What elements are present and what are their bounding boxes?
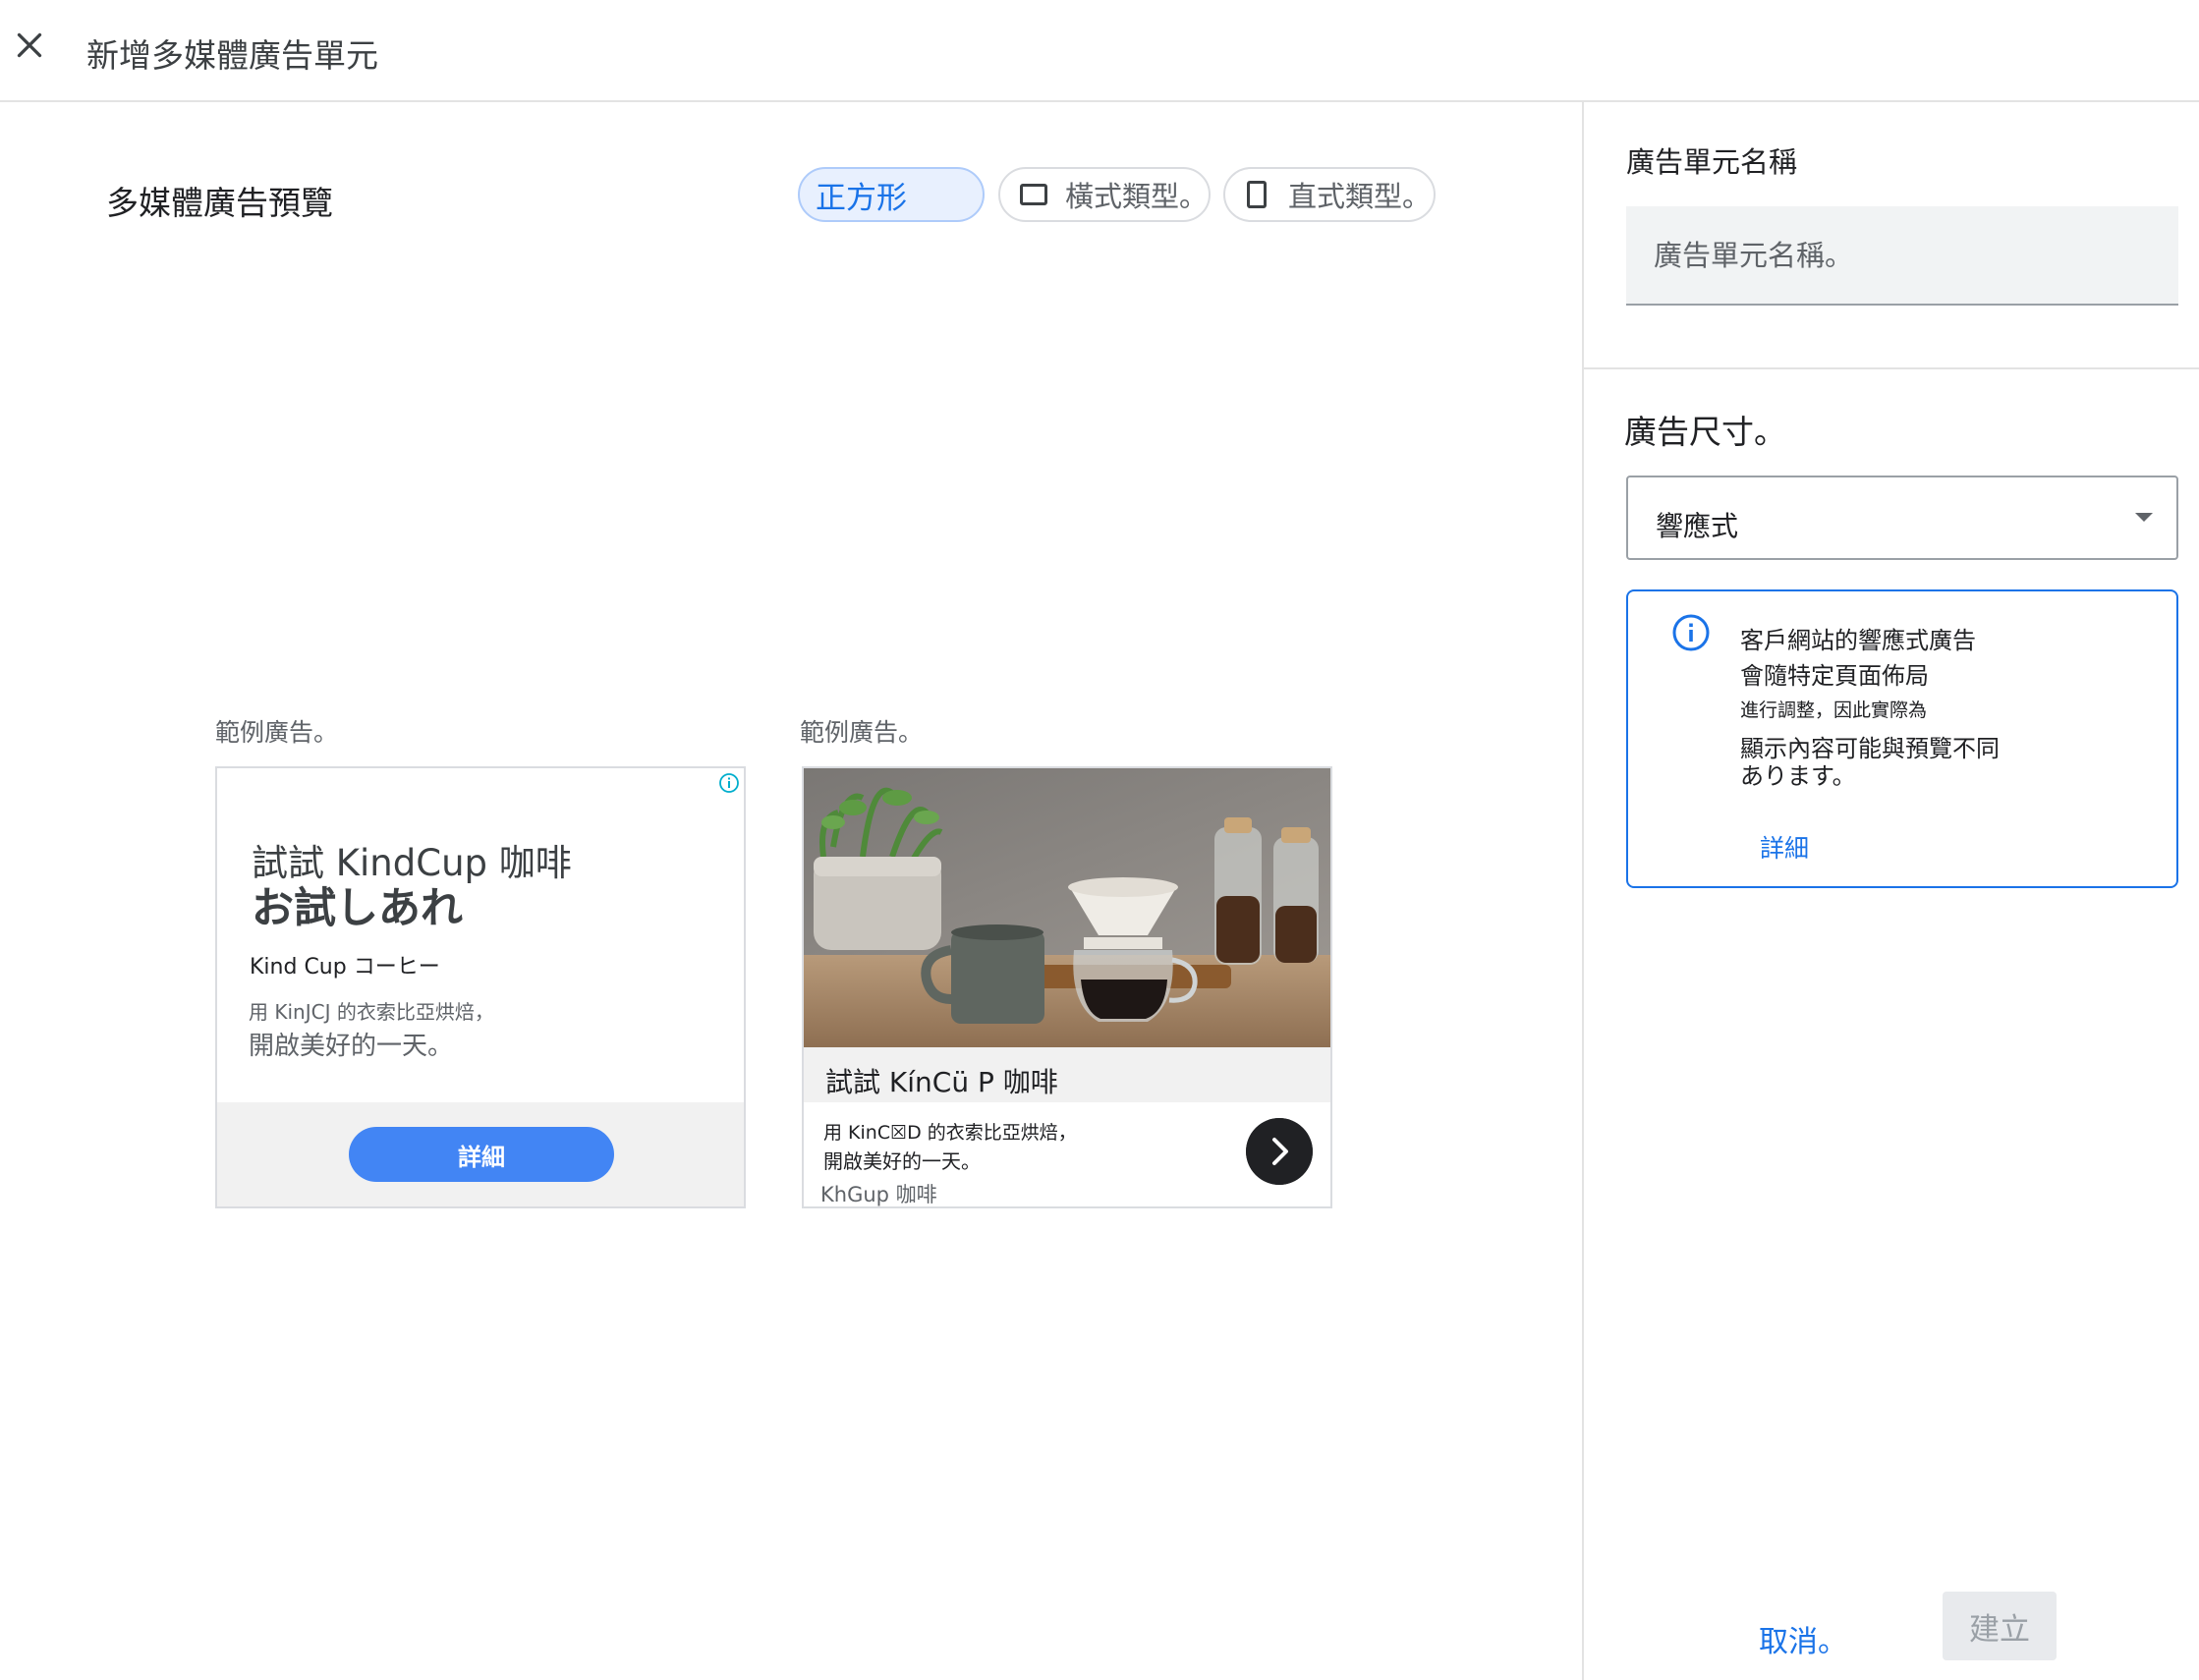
ad-size-select[interactable]: 響應式: [1626, 476, 2178, 560]
format-chip-square[interactable]: 正方形: [798, 167, 985, 222]
ad-unit-name-input[interactable]: [1626, 206, 2178, 306]
format-chip-label: 橫式類型。: [1065, 180, 1209, 213]
sample-ad-text: 試試 KindCup 咖啡 お試しあれ Kind Cup コーヒー 用 KinJ…: [215, 766, 746, 1208]
landscape-rectangle-icon: [1020, 184, 1047, 205]
close-icon[interactable]: [12, 28, 47, 63]
format-chip-landscape[interactable]: 橫式類型。: [998, 167, 1211, 222]
ad-description: 開啟美好的一天。: [249, 1032, 454, 1061]
format-chip-portrait[interactable]: 直式類型。: [1223, 167, 1436, 222]
portrait-rectangle-icon: [1247, 181, 1267, 208]
cancel-button[interactable]: 取消。: [1759, 1617, 1847, 1660]
sample-ad-label: 範例廣告。: [800, 718, 924, 747]
sample-ad-image: 試試 KínCü P 咖啡 用 KinC☒D 的衣索比亞烘焙， 開啟美好的一天。…: [802, 766, 1332, 1208]
ad-description: 用 KinC☒D 的衣索比亞烘焙，: [823, 1122, 1077, 1144]
ad-size-value: 響應式: [1656, 510, 1739, 542]
preview-title: 多媒體廣告預覽: [106, 184, 333, 222]
ad-footer: 詳細: [217, 1102, 744, 1206]
info-text: 會隨特定頁面佈局: [1740, 662, 1929, 690]
ad-choices-icon[interactable]: [718, 772, 740, 794]
info-icon: [1672, 614, 1710, 651]
create-button[interactable]: 建立: [1943, 1592, 2057, 1660]
responsive-info-box: 客戶網站的響應式廣告 會隨特定頁面佈局 進行調整，因此實際為 顯示內容可能與預覽…: [1626, 589, 2178, 888]
sample-ad-label: 範例廣告。: [215, 718, 339, 747]
dialog-title: 新增多媒體廣告單元: [86, 36, 378, 75]
info-details-link[interactable]: 詳細: [1760, 829, 1809, 865]
ad-cta-button[interactable]: 詳細: [349, 1127, 614, 1182]
ad-size-label: 廣告尺寸。: [1624, 413, 1786, 451]
coffee-product-image: [804, 768, 1330, 1047]
ad-description: 開啟美好的一天。: [823, 1149, 981, 1173]
panel-divider: [1582, 100, 1584, 1680]
dropdown-arrow-icon: [2135, 513, 2153, 522]
info-text: あります。: [1740, 762, 1856, 790]
ad-description: 用 KinJCJ 的衣索比亞烘焙，: [249, 1000, 494, 1024]
ad-unit-name-label: 廣告單元名稱: [1626, 145, 1798, 179]
info-text: 進行調整，因此實際為: [1740, 700, 1928, 721]
ad-headline-secondary: お試しあれ: [252, 884, 463, 933]
format-chip-label: 正方形: [816, 180, 907, 216]
ad-brand: KhGup 咖啡: [820, 1183, 937, 1206]
info-text: 客戶網站的響應式廣告: [1740, 627, 1976, 654]
format-chip-label: 直式類型。: [1288, 180, 1432, 213]
ad-brand: Kind Cup コーヒー: [250, 955, 440, 980]
chevron-right-icon[interactable]: [1246, 1118, 1313, 1185]
ad-headline: 試試 KínCü P 咖啡: [825, 1066, 1058, 1098]
section-divider: [1584, 367, 2199, 369]
